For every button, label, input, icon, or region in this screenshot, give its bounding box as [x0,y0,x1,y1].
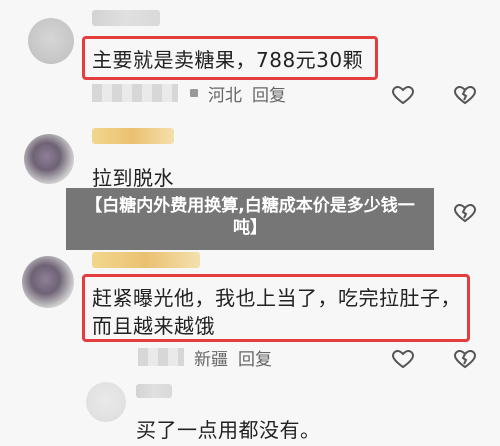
comment-meta: 河北 回复 [92,81,286,106]
avatar[interactable] [28,18,74,64]
reply-button[interactable]: 回复 [252,81,286,106]
date-blurred [92,84,178,102]
username-blurred [92,128,174,144]
separator [190,89,198,97]
username-blurred [92,10,160,26]
broken-heart-icon[interactable] [452,82,478,106]
avatar[interactable] [24,134,74,184]
date-blurred [138,348,184,366]
broken-heart-icon[interactable] [452,200,478,224]
avatar[interactable] [86,382,126,422]
comment-text-line1: 赶紧曝光他，我也上当了，吃完拉肚子， [92,286,461,310]
comment-text: 买了一点用都没有。 [136,418,321,442]
location-label: 河北 [208,85,242,106]
avatar[interactable] [22,256,74,308]
username-blurred [136,384,172,398]
comment-text-line2: 而且越来越饿 [92,314,215,338]
heart-icon[interactable] [390,82,416,106]
broken-heart-icon[interactable] [452,346,478,370]
reply-button[interactable]: 回复 [238,345,272,370]
heart-icon[interactable] [390,346,416,370]
comment-text: 拉到脱水 [92,166,174,190]
overlay-banner: 【白糖内外费用换算,白糖成本价是多少钱一吨】 [66,188,434,250]
overlay-title: 【白糖内外费用换算,白糖成本价是多少钱一吨】 [85,196,415,238]
location-label: 新疆 [194,349,228,370]
comment-text: 主要就是卖糖果，788元30颗 [92,48,364,72]
username-blurred [92,252,200,268]
comment-meta: 新疆 回复 [138,345,272,370]
